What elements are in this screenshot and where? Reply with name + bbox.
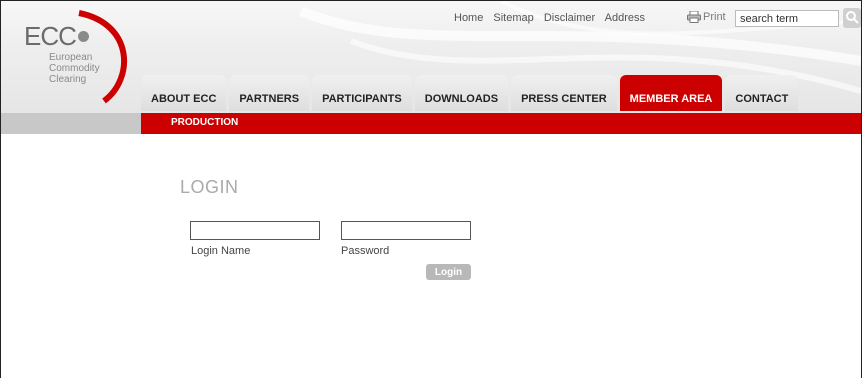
toplink-sitemap[interactable]: Sitemap [493,12,533,24]
logo-line-2: Commodity [49,63,100,74]
main-nav-tabs: ABOUT ECC PARTNERS PARTICIPANTS DOWNLOAD… [141,75,801,113]
printer-icon [687,10,701,24]
search-input[interactable] [735,10,839,27]
logo-dot-icon [77,30,89,42]
tab-about-ecc[interactable]: ABOUT ECC [141,75,227,111]
print-link[interactable]: Print [687,10,726,24]
page: ECC European Commodity Clearing Home Sit… [0,0,862,378]
ecc-logo[interactable]: ECC European Commodity Clearing [9,9,134,104]
subnav-grey-bar [1,113,141,134]
logo-wordmark: ECC [24,21,89,52]
password-label: Password [341,245,390,257]
login-name-label: Login Name [191,245,251,257]
subnav-item-production[interactable]: PRODUCTION [171,117,238,128]
toplink-home[interactable]: Home [454,12,483,24]
tab-press-center[interactable]: PRESS CENTER [511,75,617,111]
top-links: Home Sitemap Disclaimer Address [454,12,652,24]
login-name-field[interactable] [190,221,320,240]
search-button[interactable] [843,8,861,28]
password-field[interactable] [341,221,471,240]
search-icon [846,11,859,24]
logo-line-1: European [49,52,93,63]
tab-downloads[interactable]: DOWNLOADS [414,75,509,111]
subnav-bar: PRODUCTION [141,113,861,134]
tab-partners[interactable]: PARTNERS [229,75,310,111]
tab-participants[interactable]: PARTICIPANTS [312,75,412,111]
tab-contact[interactable]: CONTACT [725,75,799,111]
tab-member-area[interactable]: MEMBER AREA [619,75,723,111]
toplink-disclaimer[interactable]: Disclaimer [544,12,595,24]
logo-name: ECC [24,21,77,51]
logo-line-3: Clearing [49,74,87,85]
toplink-address[interactable]: Address [605,12,645,24]
login-button[interactable]: Login [426,264,471,280]
header: ECC European Commodity Clearing Home Sit… [1,1,861,113]
print-label: Print [703,11,726,23]
login-title: LOGIN [180,177,239,197]
